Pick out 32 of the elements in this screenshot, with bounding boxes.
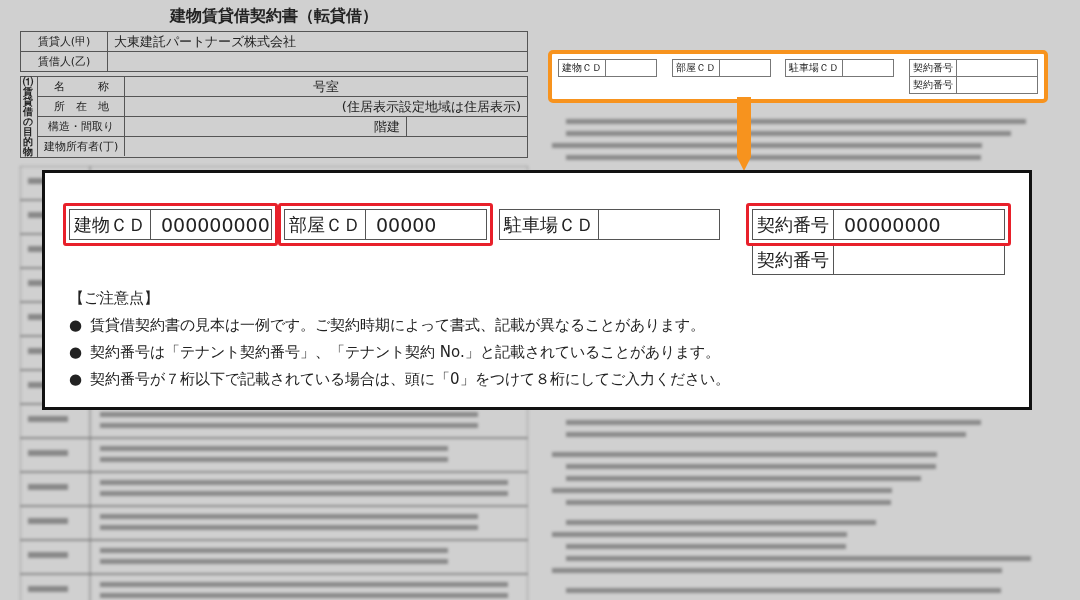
- note-text: 契約番号は「テナント契約番号」、「テナント契約 No.」と記載されていることがあります。: [90, 343, 720, 362]
- table-cell-text: (住居表示設定地域は住居表示): [340, 98, 522, 116]
- field-label: 部屋ＣＤ: [285, 210, 366, 239]
- field-value: 000000000: [160, 212, 271, 238]
- field-label: 駐車場ＣＤ: [786, 60, 844, 76]
- table-label: 賃借人(乙): [21, 52, 108, 71]
- field-label: 駐車場ＣＤ: [500, 210, 599, 239]
- bullet: ●: [69, 316, 83, 335]
- table-label: 名 称: [38, 77, 125, 96]
- field-value: 00000: [375, 212, 438, 238]
- bullet: ●: [69, 370, 83, 389]
- field-label: 建物ＣＤ: [559, 60, 606, 76]
- table-cell: 階建: [125, 117, 407, 136]
- note-text: 契約番号が７桁以下で記載されている場合は、頭に「0」をつけて８桁にしてご入力ください。: [90, 370, 730, 389]
- table-cell-text: 大東建託パートナーズ株式会社: [113, 33, 297, 51]
- table-label: 建物所有者(丁): [38, 137, 125, 156]
- field-label: 契約番号: [753, 246, 834, 274]
- field-value: 00000000: [843, 212, 942, 238]
- note-text: 賃貸借契約書の見本は一例です。ご契約時期によって書式、記載が異なることがあります。: [90, 316, 706, 335]
- field-label: 部屋ＣＤ: [672, 60, 720, 76]
- field-label: 契約番号: [910, 77, 957, 93]
- field-label: 契約番号: [753, 210, 834, 239]
- table-label: 賃貸人(甲): [21, 32, 108, 51]
- field-label: 契約番号: [909, 60, 957, 76]
- table-label: 所 在 地: [38, 97, 125, 116]
- section-label: ⑴賃貸借の目的物: [21, 77, 38, 157]
- table-label: 構造・間取り: [38, 117, 125, 136]
- bullet: ●: [69, 343, 83, 362]
- table-cell-text: 号室: [312, 78, 340, 96]
- document-title: 建物賃貸借契約書（転貸借）: [168, 6, 379, 27]
- field-label: 建物ＣＤ: [70, 210, 151, 239]
- notes-heading: 【ご注意点】: [69, 289, 160, 308]
